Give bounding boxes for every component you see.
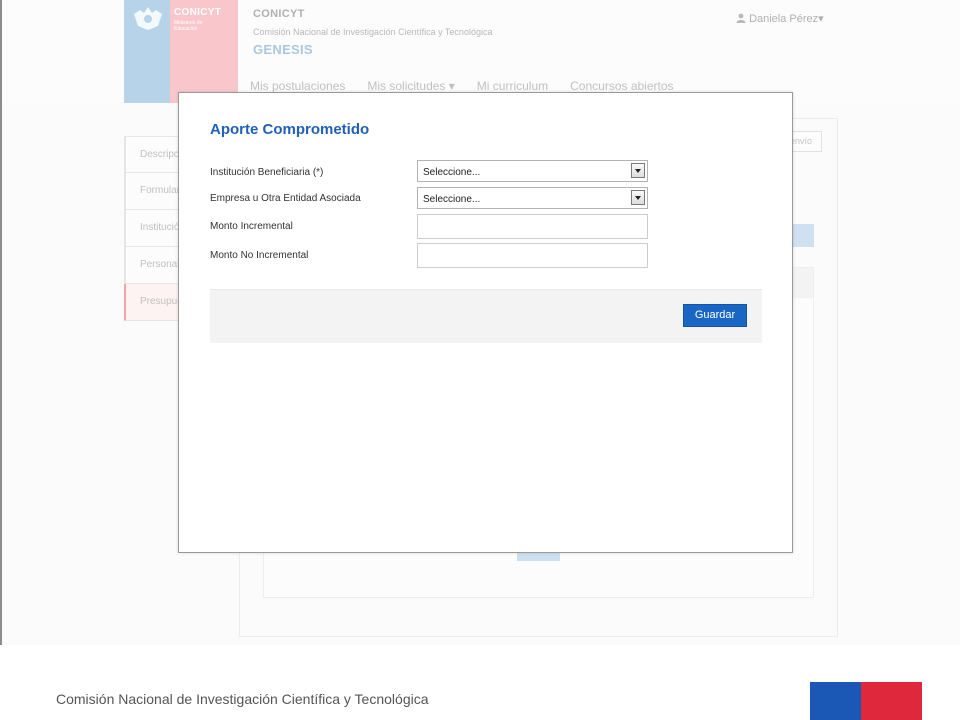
flag-blue-block — [810, 682, 861, 720]
user-name: Daniela Pérez — [749, 13, 819, 25]
main-nav: Mis postulaciones Mis solicitudes ▾ Mi c… — [250, 79, 674, 93]
budget-table-header — [792, 268, 813, 298]
nav-item-mis-postulaciones[interactable]: Mis postulaciones — [250, 79, 345, 93]
dropdown-arrow-icon[interactable] — [631, 163, 645, 178]
nav-item-mi-curriculum[interactable]: Mi curriculum — [477, 79, 548, 93]
sidebar: Descripción Formulario Institución Perso… — [124, 136, 180, 321]
empresa-entidad-select[interactable]: Seleccione... — [417, 187, 648, 209]
monto-incremental-label: Monto Incremental — [210, 221, 293, 232]
institucion-beneficiaria-select[interactable]: Seleccione... — [417, 160, 648, 182]
nav-item-concursos-abiertos[interactable]: Concursos abiertos — [570, 79, 673, 93]
select-value: Seleccione... — [423, 167, 481, 178]
empresa-entidad-label: Empresa u Otra Entidad Asociada — [210, 193, 361, 204]
app-name: GENESIS — [253, 42, 313, 57]
chevron-down-icon: ▾ — [448, 79, 455, 93]
institucion-beneficiaria-label: Institución Beneficiaria (*) — [210, 167, 324, 178]
nav-item-mis-solicitudes[interactable]: Mis solicitudes ▾ — [367, 79, 454, 93]
logo-red-panel: CONICYT Ministerio de Educación — [170, 0, 238, 103]
government-flag-logo — [810, 682, 922, 720]
logo-brand-text: CONICYT — [174, 7, 222, 18]
monto-no-incremental-input[interactable] — [417, 243, 648, 268]
monto-incremental-input[interactable] — [417, 214, 648, 239]
coat-of-arms-icon — [134, 7, 162, 30]
org-short-name: CONICYT — [253, 8, 305, 20]
table-header-strip — [792, 224, 814, 247]
user-menu[interactable]: Daniela Pérez▾ — [736, 12, 824, 25]
sidebar-item-descripcion[interactable]: Descripción — [124, 136, 180, 173]
chevron-down-icon: ▾ — [818, 13, 824, 25]
org-full-name: Comisión Nacional de Investigación Cient… — [253, 27, 493, 37]
dropdown-arrow-icon[interactable] — [631, 190, 645, 205]
sidebar-item-formulario[interactable]: Formulario — [124, 173, 180, 210]
select-value: Seleccione... — [423, 194, 481, 205]
footer-org-name: Comisión Nacional de Investigación Cient… — [56, 691, 429, 707]
logo-blue-panel — [124, 0, 170, 103]
form-actions: Guardar — [210, 289, 762, 343]
sidebar-item-presupuesto[interactable]: Presupuesto — [124, 284, 180, 321]
monto-no-incremental-label: Monto No Incremental — [210, 250, 309, 261]
modal-title: Aporte Comprometido — [210, 121, 370, 138]
sidebar-item-institucion[interactable]: Institución — [124, 210, 180, 247]
guardar-button[interactable]: Guardar — [683, 304, 747, 327]
nav-item-label: Mis solicitudes — [367, 79, 446, 93]
conicyt-logo[interactable]: CONICYT Ministerio de Educación — [124, 0, 238, 103]
flag-red-block — [861, 682, 922, 720]
aporte-comprometido-modal: Aporte Comprometido Institución Benefici… — [178, 92, 793, 553]
logo-ministry-text: Ministerio de Educación — [174, 20, 203, 32]
user-icon — [736, 13, 746, 23]
sidebar-item-personal[interactable]: Personal — [124, 247, 180, 284]
footer: Comisión Nacional de Investigación Cient… — [0, 645, 960, 720]
